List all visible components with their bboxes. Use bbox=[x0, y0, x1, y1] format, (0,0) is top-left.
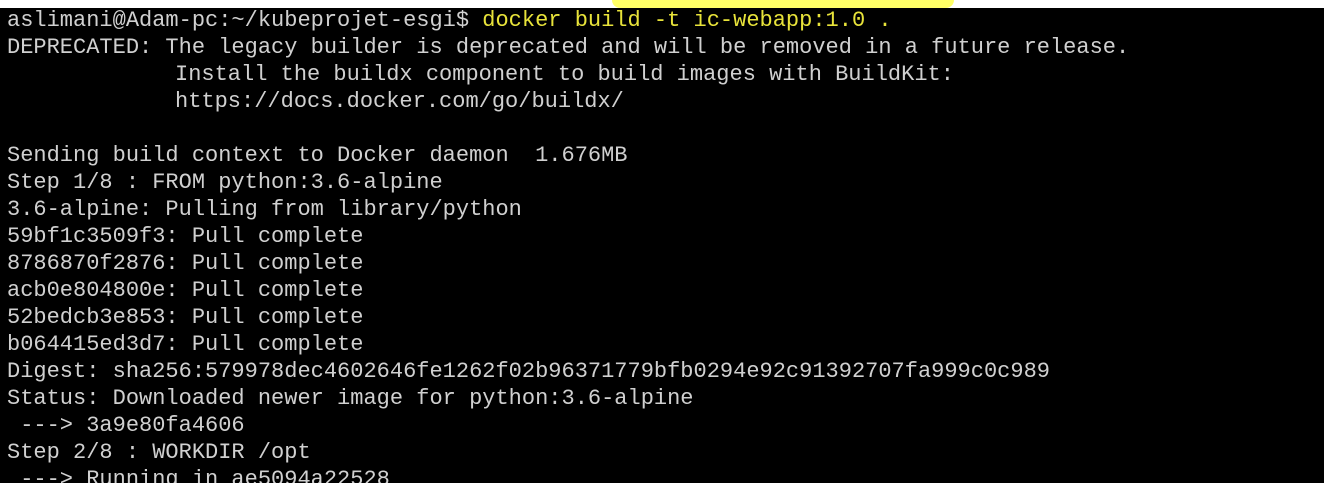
output-line: Sending build context to Docker daemon 1… bbox=[7, 143, 628, 168]
output-line: ---> Running in ae5094a22528 bbox=[7, 467, 390, 483]
shell-prompt: aslimani@Adam-pc:~/kubeprojet-esgi$ bbox=[7, 8, 483, 33]
output-line: https://docs.docker.com/go/buildx/ bbox=[7, 88, 1324, 115]
output-line: DEPRECATED: The legacy builder is deprec… bbox=[7, 35, 1130, 60]
terminal-window[interactable]: aslimani@Adam-pc:~/kubeprojet-esgi$ dock… bbox=[0, 0, 1324, 483]
output-line: b064415ed3d7: Pull complete bbox=[7, 332, 364, 357]
output-line: 59bf1c3509f3: Pull complete bbox=[7, 224, 364, 249]
output-line: Step 1/8 : FROM python:3.6-alpine bbox=[7, 170, 443, 195]
output-line: Install the buildx component to build im… bbox=[7, 61, 1324, 88]
output-line: 52bedcb3e853: Pull complete bbox=[7, 305, 364, 330]
output-line: 3.6-alpine: Pulling from library/python bbox=[7, 197, 522, 222]
command-line: aslimani@Adam-pc:~/kubeprojet-esgi$ dock… bbox=[7, 7, 1324, 34]
output-line: Status: Downloaded newer image for pytho… bbox=[7, 386, 694, 411]
command-text: docker build -t ic-webapp:1.0 . bbox=[482, 8, 892, 33]
output-line: Digest: sha256:579978dec4602646fe1262f02… bbox=[7, 359, 1050, 384]
output-line-text: https://docs.docker.com/go/buildx/ bbox=[175, 89, 624, 114]
output-line: 8786870f2876: Pull complete bbox=[7, 251, 364, 276]
terminal-output: aslimani@Adam-pc:~/kubeprojet-esgi$ dock… bbox=[7, 7, 1324, 483]
output-line: Step 2/8 : WORKDIR /opt bbox=[7, 440, 311, 465]
output-line: acb0e804800e: Pull complete bbox=[7, 278, 364, 303]
output-line-text: Install the buildx component to build im… bbox=[175, 62, 954, 87]
output-line: ---> 3a9e80fa4606 bbox=[7, 413, 245, 438]
